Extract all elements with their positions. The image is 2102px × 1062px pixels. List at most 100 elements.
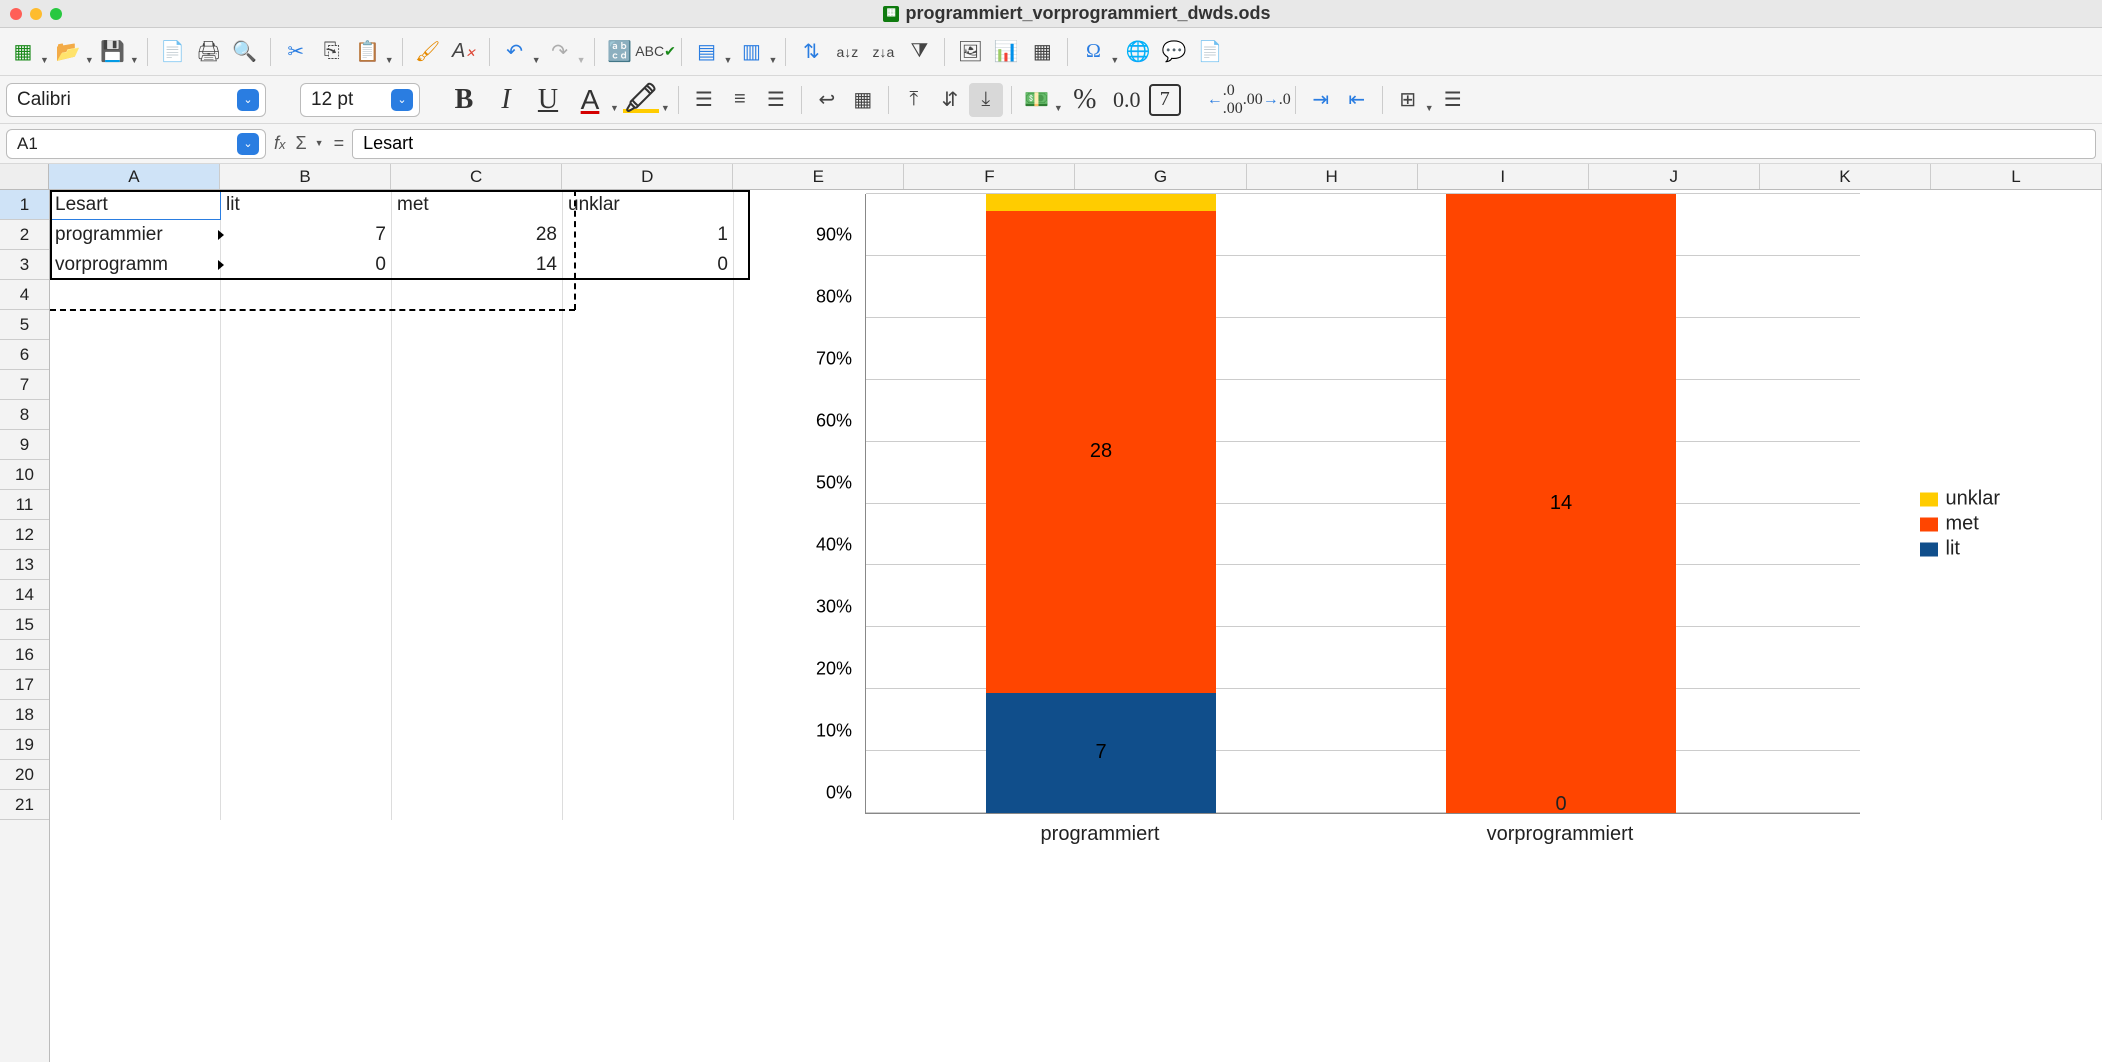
cell-B8[interactable] — [221, 400, 392, 430]
close-window-icon[interactable] — [10, 8, 22, 20]
row-header-18[interactable]: 18 — [0, 700, 49, 730]
cell-A16[interactable] — [50, 640, 221, 670]
col-header-C[interactable]: C — [391, 164, 562, 189]
cell-B11[interactable] — [221, 490, 392, 520]
spreadsheet-grid[interactable]: ABCDEFGHIJKL 123456789101112131415161718… — [0, 164, 2102, 1062]
cell-D20[interactable] — [563, 760, 734, 790]
cell-D7[interactable] — [563, 370, 734, 400]
row-header-6[interactable]: 6 — [0, 340, 49, 370]
cell-A1[interactable]: Lesart — [50, 190, 221, 220]
cell-B4[interactable] — [221, 280, 392, 310]
cell-C14[interactable] — [392, 580, 563, 610]
cell-C9[interactable] — [392, 430, 563, 460]
align-left-icon[interactable]: ☰ — [687, 83, 721, 117]
cell-C19[interactable] — [392, 730, 563, 760]
cell-A2[interactable]: programmier — [50, 220, 221, 250]
spellcheck-icon[interactable]: ABC✔ — [639, 35, 673, 69]
chevron-down-icon[interactable]: ⌄ — [391, 89, 413, 111]
col-header-K[interactable]: K — [1760, 164, 1931, 189]
cell-D17[interactable] — [563, 670, 734, 700]
cell-C16[interactable] — [392, 640, 563, 670]
font-size-selector[interactable]: 12 pt ⌄ — [300, 83, 420, 117]
cell-B17[interactable] — [221, 670, 392, 700]
col-header-F[interactable]: F — [904, 164, 1075, 189]
cell-D5[interactable] — [563, 310, 734, 340]
sort-icon[interactable]: ⇅ — [794, 35, 828, 69]
save-icon[interactable]: 💾 — [96, 35, 130, 69]
italic-button[interactable]: I — [486, 80, 526, 120]
cell-B2[interactable]: 7 — [221, 220, 392, 250]
row-header-15[interactable]: 15 — [0, 610, 49, 640]
row-header-20[interactable]: 20 — [0, 760, 49, 790]
valign-mid-icon[interactable]: ⇵ — [933, 83, 967, 117]
cell-reference-box[interactable]: A1 ⌄ — [6, 129, 266, 159]
cell-B12[interactable] — [221, 520, 392, 550]
inc-decimal-icon[interactable]: .00→.0 — [1247, 80, 1287, 120]
number-icon[interactable]: 0.0 — [1107, 80, 1147, 120]
chart-icon[interactable]: 📊 — [989, 35, 1023, 69]
cell-A9[interactable] — [50, 430, 221, 460]
align-center-icon[interactable]: ≡ — [723, 83, 757, 117]
row-header-21[interactable]: 21 — [0, 790, 49, 820]
cell-D15[interactable] — [563, 610, 734, 640]
find-icon[interactable]: 🔡 — [603, 35, 637, 69]
cell-D19[interactable] — [563, 730, 734, 760]
col-header-I[interactable]: I — [1418, 164, 1589, 189]
cell-A7[interactable] — [50, 370, 221, 400]
col-header-A[interactable]: A — [49, 164, 220, 189]
cell-B18[interactable] — [221, 700, 392, 730]
row-header-7[interactable]: 7 — [0, 370, 49, 400]
border-style-icon[interactable]: ☰ — [1436, 83, 1470, 117]
cell-D12[interactable] — [563, 520, 734, 550]
cell-A19[interactable] — [50, 730, 221, 760]
cell-A3[interactable]: vorprogramm — [50, 250, 221, 280]
percent-icon[interactable]: % — [1065, 80, 1105, 120]
col-header-B[interactable]: B — [220, 164, 391, 189]
hyperlink-icon[interactable]: 🌐 — [1121, 35, 1155, 69]
copy-icon[interactable]: ⎘ — [315, 35, 349, 69]
row-header-11[interactable]: 11 — [0, 490, 49, 520]
dec-decimal-icon[interactable]: ←.0.00 — [1205, 80, 1245, 120]
minimize-window-icon[interactable] — [30, 8, 42, 20]
row-header-14[interactable]: 14 — [0, 580, 49, 610]
cell-C15[interactable] — [392, 610, 563, 640]
chevron-down-icon[interactable]: ⌄ — [237, 133, 259, 155]
row-icon[interactable]: ▤ — [690, 35, 724, 69]
cell-B10[interactable] — [221, 460, 392, 490]
cell-A21[interactable] — [50, 790, 221, 820]
clone-format-icon[interactable]: 🖌 — [411, 35, 445, 69]
font-color-button[interactable]: A — [570, 80, 610, 120]
new-doc-icon[interactable]: ▦ — [6, 35, 40, 69]
cell-A12[interactable] — [50, 520, 221, 550]
fx-icon[interactable]: fx — [274, 133, 286, 154]
col-header-L[interactable]: L — [1931, 164, 2102, 189]
wrap-text-icon[interactable]: ↩ — [810, 83, 844, 117]
cell-D4[interactable] — [563, 280, 734, 310]
cell-D3[interactable]: 0 — [563, 250, 734, 280]
cell-C18[interactable] — [392, 700, 563, 730]
cell-B20[interactable] — [221, 760, 392, 790]
borders-icon[interactable]: ⊞ — [1391, 83, 1425, 117]
chevron-down-icon[interactable]: ⌄ — [237, 89, 259, 111]
inc-indent-icon[interactable]: ⇥ — [1304, 83, 1338, 117]
cell-C10[interactable] — [392, 460, 563, 490]
valign-top-icon[interactable]: ⤒ — [897, 83, 931, 117]
special-char-icon[interactable]: Ω — [1076, 35, 1110, 69]
cell-D14[interactable] — [563, 580, 734, 610]
headerfooter-icon[interactable]: 📄 — [1193, 35, 1227, 69]
cell-B7[interactable] — [221, 370, 392, 400]
filter-icon[interactable]: ⧩ — [902, 35, 936, 69]
cell-A15[interactable] — [50, 610, 221, 640]
cell-D1[interactable]: unklar — [563, 190, 734, 220]
row-header-17[interactable]: 17 — [0, 670, 49, 700]
cell-C12[interactable] — [392, 520, 563, 550]
undo-icon[interactable]: ↶ — [498, 35, 532, 69]
cell-C4[interactable] — [392, 280, 563, 310]
sort-asc-icon[interactable]: a↓z — [830, 35, 864, 69]
cell-B21[interactable] — [221, 790, 392, 820]
pdf-icon[interactable]: 📄 — [156, 35, 190, 69]
bold-button[interactable]: B — [444, 80, 484, 120]
merge-cells-icon[interactable]: ▦ — [846, 83, 880, 117]
cell-C6[interactable] — [392, 340, 563, 370]
cell-B3[interactable]: 0 — [221, 250, 392, 280]
